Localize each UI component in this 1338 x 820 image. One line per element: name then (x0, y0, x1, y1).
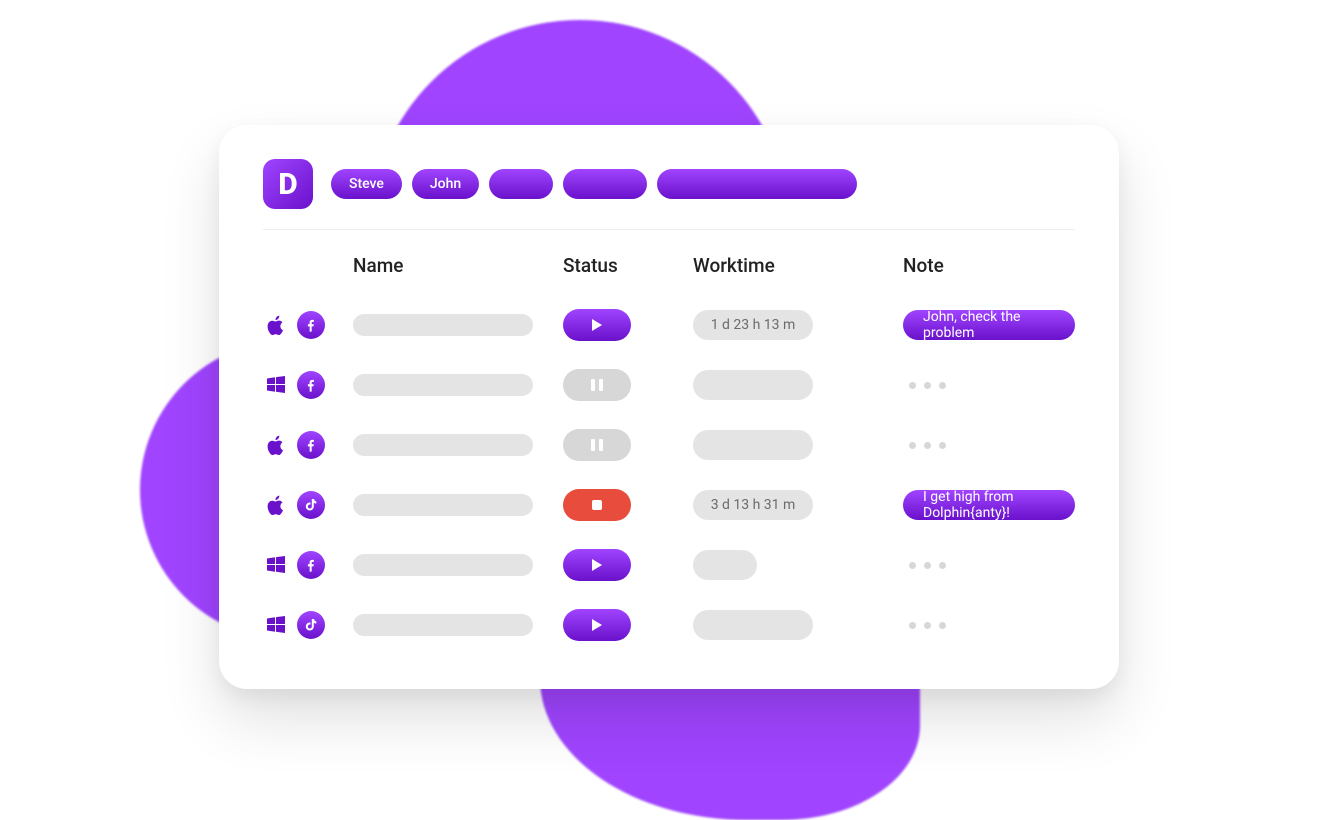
play-icon (592, 619, 602, 631)
app-logo[interactable]: D (263, 159, 313, 209)
user-chips: Steve John (331, 169, 857, 199)
worktime-pill: 1 d 23 h 13 m (693, 310, 813, 340)
col-worktime: Worktime (693, 254, 893, 277)
play-button[interactable] (563, 609, 631, 641)
name-placeholder (353, 614, 533, 636)
note-menu[interactable] (903, 442, 1075, 449)
play-icon (592, 319, 602, 331)
play-button[interactable] (563, 549, 631, 581)
row-icons (263, 431, 343, 459)
note-menu[interactable] (903, 382, 1075, 389)
table-row: 1 d 23 h 13 m John, check the problem (263, 295, 1075, 355)
pause-button[interactable] (563, 429, 631, 461)
note-pill[interactable]: John, check the problem (903, 310, 1075, 340)
stop-button[interactable] (563, 489, 631, 521)
col-name: Name (353, 254, 553, 277)
row-icons (263, 371, 343, 399)
user-chip[interactable] (489, 169, 553, 199)
col-note: Note (903, 254, 1075, 277)
worktime-pill: . (693, 370, 813, 400)
tiktok-icon (297, 611, 325, 639)
name-placeholder (353, 374, 533, 396)
worktime-pill: 3 d 13 h 31 m (693, 490, 813, 520)
play-icon (592, 559, 602, 571)
topbar: D Steve John (263, 159, 1075, 209)
pause-button[interactable] (563, 369, 631, 401)
name-placeholder (353, 554, 533, 576)
table-row: . (263, 415, 1075, 475)
row-icons (263, 311, 343, 339)
user-chip[interactable]: John (412, 169, 479, 199)
windows-icon (263, 372, 289, 398)
windows-icon (263, 612, 289, 638)
user-chip[interactable] (563, 169, 647, 199)
table-row: . (263, 355, 1075, 415)
table-row: . (263, 595, 1075, 655)
pause-icon (591, 439, 603, 451)
note-menu[interactable] (903, 562, 1075, 569)
table-row: . (263, 535, 1075, 595)
windows-icon (263, 552, 289, 578)
pause-icon (591, 379, 603, 391)
facebook-icon (297, 371, 325, 399)
col-status: Status (563, 254, 683, 277)
worktime-pill: . (693, 430, 813, 460)
apple-icon (263, 492, 289, 518)
user-chip[interactable]: Steve (331, 169, 402, 199)
row-icons (263, 611, 343, 639)
worktime-pill: . (693, 550, 757, 580)
row-icons (263, 491, 343, 519)
name-placeholder (353, 434, 533, 456)
play-button[interactable] (563, 309, 631, 341)
name-placeholder (353, 494, 533, 516)
tiktok-icon (297, 491, 325, 519)
worktime-pill: . (693, 610, 813, 640)
table-row: 3 d 13 h 31 m I get high from Dolphin{ant… (263, 475, 1075, 535)
row-icons (263, 551, 343, 579)
stop-icon (592, 500, 602, 510)
apple-icon (263, 432, 289, 458)
facebook-icon (297, 311, 325, 339)
name-placeholder (353, 314, 533, 336)
table-header: Name Status Worktime Note (263, 248, 1075, 295)
user-chip[interactable] (657, 169, 857, 199)
divider (263, 229, 1075, 230)
app-card: D Steve John Name Status Worktime Note 1 … (219, 125, 1119, 689)
facebook-icon (297, 431, 325, 459)
apple-icon (263, 312, 289, 338)
facebook-icon (297, 551, 325, 579)
note-menu[interactable] (903, 622, 1075, 629)
note-pill[interactable]: I get high from Dolphin{anty}! (903, 490, 1075, 520)
